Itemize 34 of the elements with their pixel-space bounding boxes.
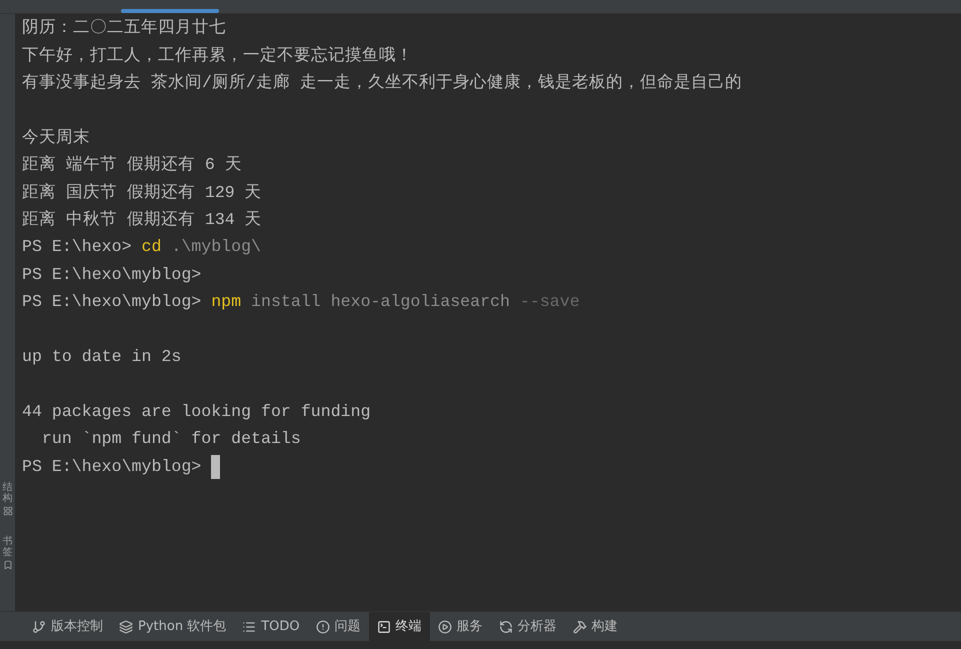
terminal-line: up to date in 2s [22,346,182,368]
terminal-line: PS E:\hexo\myblog> [22,264,202,286]
tool-window-button[interactable]: 问题 [308,612,369,641]
tool-window-button[interactable]: 终端 [368,612,430,641]
branch-icon [32,620,46,634]
terminal-line: 阴历：二〇二五年四月廿七 [22,17,226,40]
tool-window-button[interactable]: 分析器 [490,612,565,641]
tool-window-button[interactable]: 构建 [564,612,626,641]
terminal-line: PS E:\hexo\myblog> npm install hexo-algoliasearch --save [22,291,580,314]
hammer-icon [572,620,587,634]
tool-window-button[interactable]: Python 软件包 [111,612,234,641]
layers-icon [119,620,133,634]
side-tab-label[interactable]: 结构 [2,482,12,504]
terminal-line: 44 packages are looking for funding [22,400,371,423]
terminal-line: 距离 中秋节 假期还有 134 天 [22,208,262,231]
side-tab-label[interactable]: 书签 [2,536,12,558]
terminal-line: PS E:\hexo\myblog> [22,456,202,478]
tool-window-button[interactable]: TODO [234,612,308,641]
terminal-line: 有事没事起身去 茶水间/厕所/走廊 走一走，久坐不利于身心健康，钱是老板的，但命是自己的 [22,72,742,94]
terminal-line: 下午好，打工人，工作再累，一定不要忘记摸鱼哦！ [22,44,413,67]
list-icon [242,620,256,634]
terminal-line: 距离 端午节 假期还有 6 天 [22,154,242,176]
tool-window-button[interactable]: 服务 [430,612,491,641]
play-icon [438,620,452,634]
bookmark-icon [2,560,12,570]
tool-window-button[interactable]: 版本控制 [24,612,111,641]
terminal-line: 距离 国庆节 假期还有 129 天 [22,182,262,204]
alert-icon [316,620,330,634]
profiler-icon [498,620,513,634]
terminal-icon [376,620,391,634]
terminal-line: 今天周末 [22,126,90,149]
terminal-line: run `npm fund` for details [40,428,301,450]
structure-icon [2,506,12,516]
terminal-line: PS E:\hexo> cd .\myblog\ [22,236,262,258]
